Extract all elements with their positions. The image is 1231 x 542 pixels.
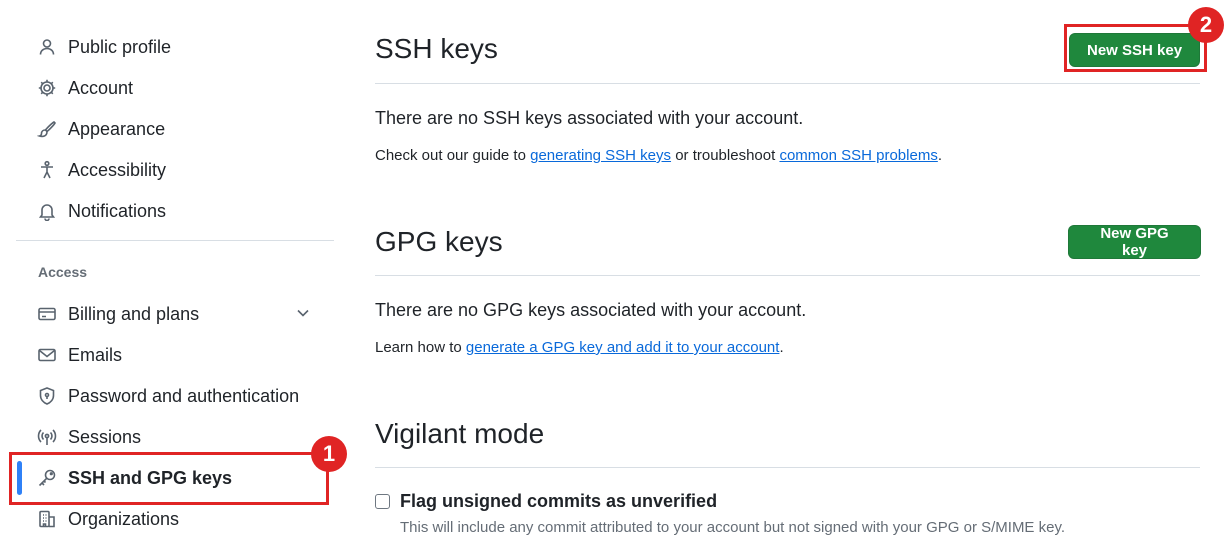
sidebar-item-password-auth[interactable]: Password and authentication bbox=[30, 379, 328, 413]
sidebar-item-label: Accessibility bbox=[68, 159, 167, 180]
ssh-guide-suffix: . bbox=[937, 147, 942, 164]
highlight-box-ssh-gpg-keys bbox=[9, 452, 329, 505]
chevron-down-icon[interactable] bbox=[294, 304, 312, 322]
vigilant-heading-divider bbox=[375, 467, 1200, 468]
vigilant-mode-option: Flag unsigned commits as unverified bbox=[375, 491, 717, 512]
person-icon bbox=[36, 36, 58, 58]
sidebar-item-label: Organizations bbox=[68, 508, 180, 529]
sidebar-item-organizations[interactable]: Organizations bbox=[30, 502, 328, 536]
gpg-keys-heading: GPG keys bbox=[375, 226, 503, 257]
sidebar-item-label: Sessions bbox=[68, 426, 142, 447]
sidebar-item-public-profile[interactable]: Public profile bbox=[30, 30, 328, 64]
gpg-learn-text: Learn how to generate a GPG key and add … bbox=[375, 339, 784, 356]
broadcast-icon bbox=[36, 426, 58, 448]
main-content: SSH keys New SSH key There are no SSH ke… bbox=[375, 0, 1201, 542]
sidebar-item-emails[interactable]: Emails bbox=[30, 338, 328, 372]
sidebar-item-label: Emails bbox=[68, 344, 123, 365]
sidebar-section-heading: Access bbox=[38, 264, 88, 280]
step-badge-1: 1 bbox=[311, 436, 347, 472]
sidebar-item-sessions[interactable]: Sessions bbox=[30, 420, 328, 454]
step-badge-2: 2 bbox=[1188, 7, 1224, 43]
gear-icon bbox=[36, 77, 58, 99]
ssh-guide-text: Check out our guide to generating SSH ke… bbox=[375, 147, 942, 164]
sidebar-divider bbox=[16, 240, 334, 241]
generate-gpg-key-link[interactable]: generate a GPG key and add it to your ac… bbox=[466, 339, 780, 356]
generating-ssh-keys-link[interactable]: generating SSH keys bbox=[530, 147, 671, 164]
settings-page: Public profile Account Appearance Access… bbox=[0, 0, 1231, 542]
paintbrush-icon bbox=[36, 118, 58, 140]
accessibility-icon bbox=[36, 159, 58, 181]
ssh-guide-prefix: Check out our guide to bbox=[375, 147, 531, 164]
flag-unsigned-commits-label[interactable]: Flag unsigned commits as unverified bbox=[400, 491, 717, 512]
shield-lock-icon bbox=[36, 385, 58, 407]
sidebar-item-label: Billing and plans bbox=[68, 303, 200, 324]
ssh-heading-divider bbox=[375, 83, 1200, 84]
sidebar-item-label: Notifications bbox=[68, 200, 167, 221]
vigilant-mode-note: This will include any commit attributed … bbox=[400, 519, 1066, 536]
ssh-guide-middle: or troubleshoot bbox=[671, 147, 780, 164]
organization-icon bbox=[36, 508, 58, 530]
sidebar-item-accessibility[interactable]: Accessibility bbox=[30, 153, 328, 187]
gpg-learn-suffix: . bbox=[779, 339, 784, 356]
gpg-empty-message: There are no GPG keys associated with yo… bbox=[375, 300, 807, 320]
sidebar-item-billing[interactable]: Billing and plans bbox=[30, 297, 328, 331]
mail-icon bbox=[36, 344, 58, 366]
ssh-empty-message: There are no SSH keys associated with yo… bbox=[375, 108, 804, 128]
bell-icon bbox=[36, 200, 58, 222]
new-gpg-key-button[interactable]: New GPG key bbox=[1068, 225, 1201, 259]
credit-card-icon bbox=[36, 303, 58, 325]
gpg-heading-divider bbox=[375, 275, 1200, 276]
highlight-box-new-ssh-key bbox=[1064, 24, 1207, 72]
sidebar-item-label: Password and authentication bbox=[68, 385, 300, 406]
flag-unsigned-commits-checkbox[interactable] bbox=[375, 494, 390, 509]
vigilant-mode-heading: Vigilant mode bbox=[375, 418, 545, 449]
sidebar-item-label: Account bbox=[68, 77, 134, 98]
ssh-keys-heading: SSH keys bbox=[375, 33, 498, 64]
sidebar-item-account[interactable]: Account bbox=[30, 71, 328, 105]
sidebar-item-label: Appearance bbox=[68, 118, 166, 139]
sidebar-item-label: Public profile bbox=[68, 36, 172, 57]
gpg-learn-prefix: Learn how to bbox=[375, 339, 466, 356]
sidebar-item-notifications[interactable]: Notifications bbox=[30, 194, 328, 228]
common-ssh-problems-link[interactable]: common SSH problems bbox=[779, 147, 937, 164]
sidebar-item-appearance[interactable]: Appearance bbox=[30, 112, 328, 146]
